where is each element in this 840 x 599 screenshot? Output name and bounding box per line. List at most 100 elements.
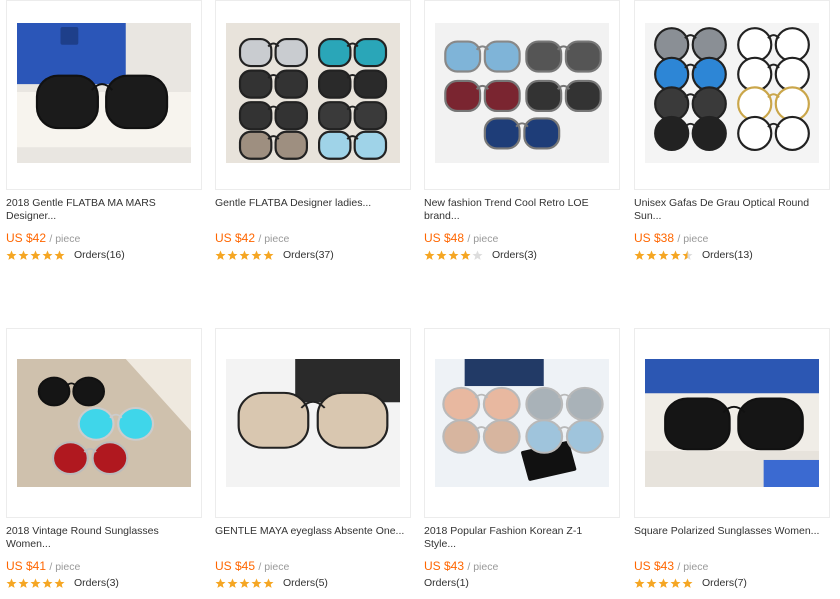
product-image-frame[interactable] (6, 0, 202, 190)
orders-count: Orders(16) (74, 249, 125, 261)
star-rating (634, 578, 694, 589)
price-unit: / piece (49, 561, 81, 573)
star-icon (215, 250, 226, 260)
price-line: US $41 / piece (6, 559, 202, 574)
product-title[interactable]: New fashion Trend Cool Retro LOE brand..… (424, 197, 620, 223)
orders-count: Orders(3) (74, 577, 119, 589)
product-card[interactable]: New fashion Trend Cool Retro LOE brand..… (424, 0, 620, 262)
price: US $38 (634, 231, 675, 245)
sunglasses-photo (17, 23, 191, 163)
star-icon (30, 250, 41, 260)
star-icon (239, 578, 250, 588)
star-icon (682, 578, 693, 588)
product-card[interactable]: Square Polarized Sunglasses Women... US … (634, 328, 830, 590)
orders-count: Orders(3) (492, 249, 537, 261)
star-icon (6, 250, 17, 260)
product-title[interactable]: 2018 Gentle FLATBA MA MARS Designer... (6, 197, 202, 223)
star-rating (215, 250, 275, 261)
product-image[interactable] (17, 23, 191, 163)
price-unit: / piece (677, 233, 709, 245)
price-line: US $43 / piece (424, 559, 620, 574)
product-image-frame[interactable] (634, 328, 830, 518)
product-image[interactable] (226, 23, 400, 163)
star-icon (424, 250, 435, 260)
rating-line: Orders(7) (634, 577, 830, 590)
product-title[interactable]: GENTLE MAYA eyeglass Absente One... (215, 525, 411, 551)
rating-line: Orders(16) (6, 249, 202, 262)
star-rating (634, 250, 694, 261)
product-image[interactable] (435, 23, 609, 163)
price: US $45 (215, 559, 256, 573)
orders-count: Orders(7) (702, 577, 747, 589)
star-rating (215, 578, 275, 589)
star-icon (448, 250, 459, 260)
product-card[interactable]: 2018 Gentle FLATBA MA MARS Designer... U… (6, 0, 202, 262)
price-line: US $45 / piece (215, 559, 411, 574)
product-image-frame[interactable] (424, 0, 620, 190)
product-image-frame[interactable] (634, 0, 830, 190)
star-icon (54, 250, 65, 260)
star-icon (634, 250, 645, 260)
product-image[interactable] (645, 359, 819, 487)
orders-count: Orders(37) (283, 249, 334, 261)
product-image-frame[interactable] (6, 328, 202, 518)
star-icon (472, 250, 483, 260)
product-title[interactable]: Unisex Gafas De Grau Optical Round Sun..… (634, 197, 830, 223)
price-line: US $42 / piece (6, 231, 202, 246)
product-image-frame[interactable] (215, 328, 411, 518)
star-icon (42, 578, 53, 588)
product-image[interactable] (17, 359, 191, 487)
product-title[interactable]: Square Polarized Sunglasses Women... (634, 525, 830, 551)
star-icon (227, 250, 238, 260)
star-icon (239, 250, 250, 260)
price-unit: / piece (677, 561, 709, 573)
star-icon (658, 250, 669, 260)
price-line: US $43 / piece (634, 559, 830, 574)
sunglasses-photo (226, 23, 400, 163)
product-image-frame[interactable] (424, 328, 620, 518)
star-icon (263, 578, 274, 588)
price-unit: / piece (258, 233, 290, 245)
product-title[interactable]: 2018 Popular Fashion Korean Z-1 Style... (424, 525, 620, 551)
sunglasses-photo (645, 359, 819, 487)
star-icon (251, 578, 262, 588)
rating-line: Orders(3) (424, 249, 620, 262)
star-icon (436, 250, 447, 260)
product-card[interactable]: Unisex Gafas De Grau Optical Round Sun..… (634, 0, 830, 262)
orders-count: Orders(5) (283, 577, 328, 589)
star-icon (227, 578, 238, 588)
star-icon (215, 578, 226, 588)
price: US $42 (215, 231, 256, 245)
product-title[interactable]: 2018 Vintage Round Sunglasses Women... (6, 525, 202, 551)
price: US $43 (424, 559, 465, 573)
rating-line: Orders(13) (634, 249, 830, 262)
star-rating (6, 250, 66, 261)
product-card[interactable]: 2018 Vintage Round Sunglasses Women... U… (6, 328, 202, 590)
rating-line: Orders(3) (6, 577, 202, 590)
product-card[interactable]: Gentle FLATBA Designer ladies... US $42 … (215, 0, 411, 262)
product-card[interactable]: 2018 Popular Fashion Korean Z-1 Style...… (424, 328, 620, 590)
product-image-frame[interactable] (215, 0, 411, 190)
product-image[interactable] (226, 359, 400, 487)
sunglasses-photo (17, 359, 191, 487)
price-unit: / piece (467, 233, 499, 245)
rating-line: Orders(5) (215, 577, 411, 590)
orders-count: Orders(13) (702, 249, 753, 261)
sunglasses-photo (435, 359, 609, 487)
star-icon (251, 250, 262, 260)
orders-count: Orders(1) (424, 577, 469, 589)
product-title[interactable]: Gentle FLATBA Designer ladies... (215, 197, 411, 223)
star-icon (634, 578, 645, 588)
sunglasses-photo (645, 23, 819, 163)
product-image[interactable] (645, 23, 819, 163)
star-icon (460, 250, 471, 260)
product-card[interactable]: GENTLE MAYA eyeglass Absente One... US $… (215, 328, 411, 590)
sunglasses-photo (435, 23, 609, 163)
price: US $48 (424, 231, 465, 245)
star-rating (6, 578, 66, 589)
product-image[interactable] (435, 359, 609, 487)
star-icon (682, 250, 693, 260)
star-rating (424, 250, 484, 261)
price-line: US $38 / piece (634, 231, 830, 246)
star-icon (6, 578, 17, 588)
